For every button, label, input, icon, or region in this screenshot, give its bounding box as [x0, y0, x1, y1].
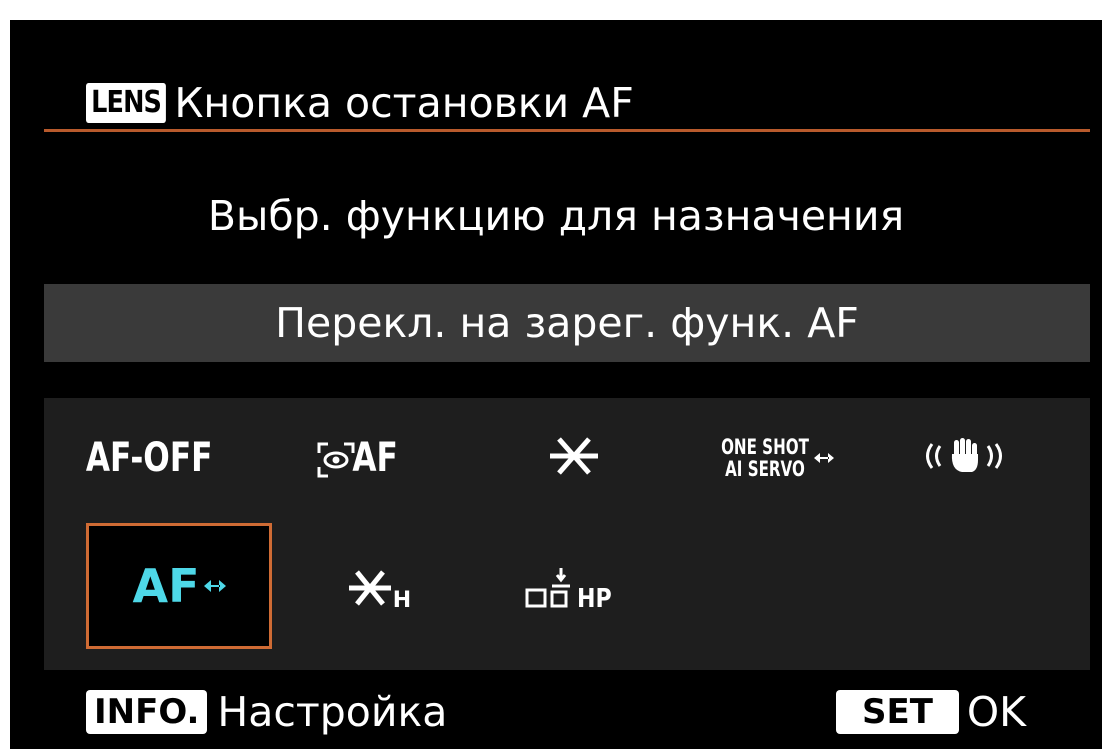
image-stabilizer-hand-icon	[918, 436, 1010, 480]
option-ae-lock[interactable]	[524, 418, 624, 498]
ae-lock-hold-sub: H	[392, 588, 412, 613]
current-function-bar: Перекл. на зарег. функ. AF	[44, 284, 1090, 362]
set-action-label: OK	[966, 688, 1027, 736]
camera-menu-screen: LENS Кнопка остановки AF Выбр. функцию д…	[10, 20, 1102, 749]
set-button-badge[interactable]: SET	[836, 690, 959, 734]
af-start-switch-icon: AF	[132, 559, 226, 613]
lens-badge: LENS	[86, 83, 167, 123]
eye-detection-af-icon: AF	[316, 435, 404, 481]
info-button-badge[interactable]: INFO.	[86, 690, 208, 734]
footer-info: INFO. Настройка	[86, 682, 447, 742]
eye-af-suffix: AF	[352, 435, 398, 481]
option-af-off[interactable]: AF-OFF	[74, 418, 224, 498]
af-off-label: AF-OFF	[85, 435, 213, 481]
footer-set: SET OK	[836, 682, 1026, 742]
function-options-grid: AF-OFF AF ONE SHOT AI SERVO AF H HP	[44, 398, 1090, 670]
menu-title: Кнопка остановки AF	[174, 79, 634, 127]
option-one-shot-ai-servo[interactable]: ONE SHOT AI SERVO	[684, 420, 854, 496]
option-home-position[interactable]: HP	[499, 538, 639, 638]
option-eye-detection-af[interactable]: AF	[290, 418, 430, 498]
header-divider	[44, 129, 1090, 132]
af-switch-arrow-icon	[203, 580, 226, 592]
one-shot-ai-servo-switch-icon: ONE SHOT AI SERVO	[704, 436, 834, 480]
menu-header: LENS Кнопка остановки AF	[86, 78, 634, 128]
option-ae-lock-hold[interactable]: H	[324, 538, 434, 638]
home-position-sub: HP	[576, 584, 612, 614]
home-position-icon: HP	[524, 566, 615, 614]
switch-arrow-icon	[813, 453, 834, 463]
ae-lock-hold-icon: H	[347, 568, 411, 612]
option-af-start-switch[interactable]: AF	[86, 523, 272, 649]
option-image-stabilizer[interactable]	[899, 418, 1029, 498]
ai-servo-label: AI SERVO	[725, 457, 805, 481]
one-shot-label: ONE SHOT	[721, 435, 809, 459]
asterisk-ae-lock-icon	[547, 434, 601, 482]
info-action-label: Настройка	[217, 688, 448, 736]
af-switch-label: AF	[132, 559, 200, 613]
selection-prompt: Выбр. функцию для назначения	[207, 192, 905, 240]
